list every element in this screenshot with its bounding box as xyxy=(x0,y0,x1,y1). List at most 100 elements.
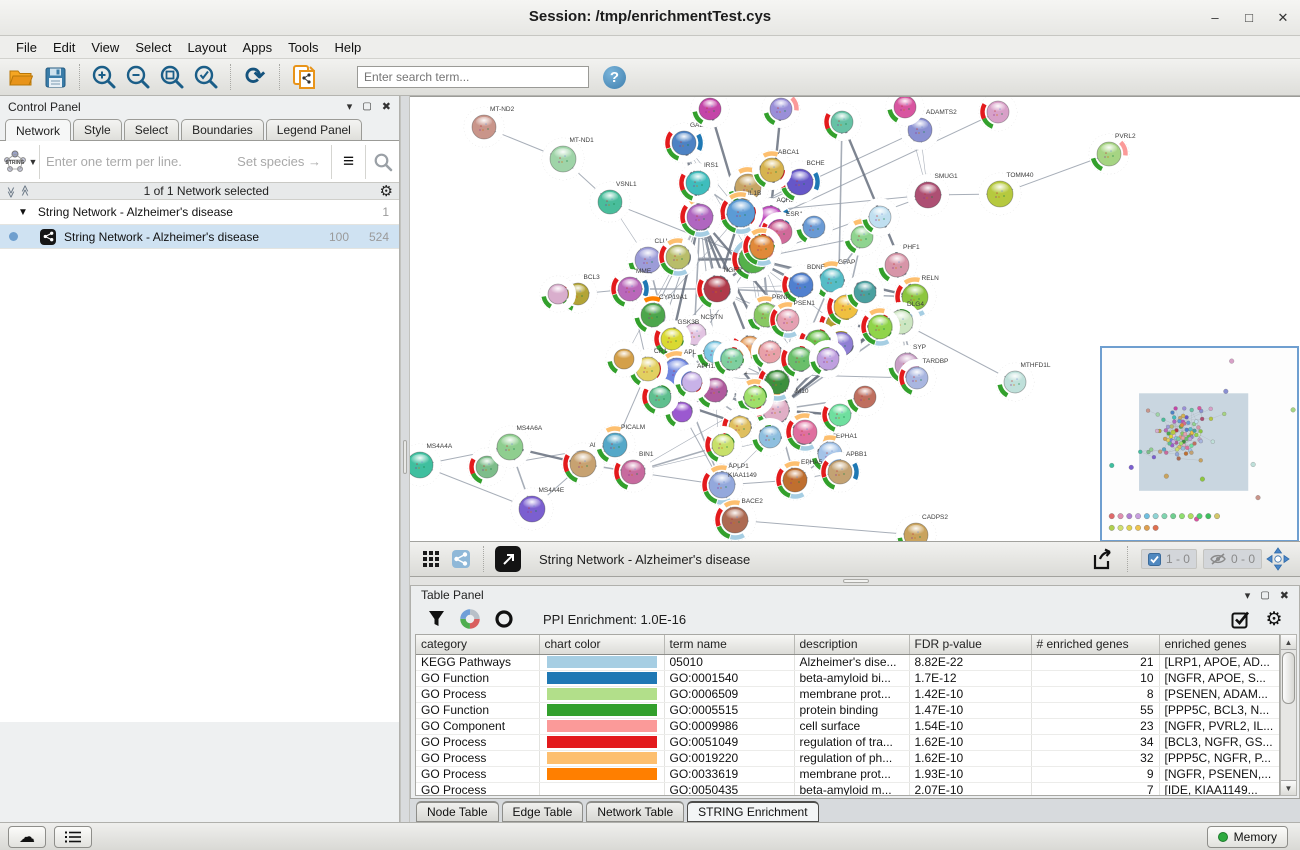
graph-node[interactable] xyxy=(713,340,751,378)
table-row[interactable]: GO FunctionGO:0005515protein binding1.47… xyxy=(416,702,1279,718)
open-session-button[interactable] xyxy=(6,62,36,92)
column-header[interactable]: enriched genes xyxy=(1159,635,1279,654)
graph-node-ms4a4a[interactable]: MS4A4A xyxy=(410,443,453,486)
close-panel-icon[interactable]: ✖ xyxy=(382,100,391,113)
enrichment-table[interactable]: categorychart colorterm namedescriptionF… xyxy=(415,634,1280,796)
memory-button[interactable]: Memory xyxy=(1207,826,1288,848)
tab-network[interactable]: Network xyxy=(5,119,71,141)
maximize-button[interactable]: □ xyxy=(1238,8,1260,28)
minimize-button[interactable]: – xyxy=(1204,8,1226,28)
scroll-down-icon[interactable]: ▼ xyxy=(1281,780,1296,795)
tab-legend-panel[interactable]: Legend Panel xyxy=(266,119,362,140)
table-row[interactable]: KEGG Pathways05010Alzheimer's dise...8.8… xyxy=(416,654,1279,670)
zoom-in-button[interactable] xyxy=(89,62,119,92)
zoom-fit-button[interactable] xyxy=(157,62,187,92)
network-row-selected[interactable]: String Network - Alzheimer's disease 100… xyxy=(0,225,399,249)
menu-select[interactable]: Select xyxy=(127,38,179,57)
column-header[interactable]: description xyxy=(794,635,909,654)
horizontal-splitter-handle[interactable] xyxy=(843,579,869,583)
species-hint[interactable]: Set species → xyxy=(237,154,331,169)
collapse-all-icon[interactable]: ≫ xyxy=(4,186,17,196)
navigator-button[interactable] xyxy=(1264,545,1292,573)
graph-node[interactable] xyxy=(860,307,900,347)
graph-node-pvrl2[interactable]: PVRL2 xyxy=(1089,133,1136,174)
tab-boundaries[interactable]: Boundaries xyxy=(181,119,264,140)
column-header[interactable]: chart color xyxy=(539,635,664,654)
menu-tools[interactable]: Tools xyxy=(280,38,326,57)
menu-edit[interactable]: Edit xyxy=(45,38,83,57)
menu-apps[interactable]: Apps xyxy=(235,38,281,57)
grid-view-button[interactable] xyxy=(418,546,444,572)
graph-node-epha5[interactable]: EPHA5 xyxy=(775,459,823,500)
string-terms-input[interactable] xyxy=(40,154,237,169)
graph-node-tomm40[interactable]: TOMM40 xyxy=(979,172,1034,215)
float-panel-icon[interactable]: ▢ xyxy=(1260,590,1269,601)
graph-node[interactable] xyxy=(762,97,800,128)
collapse-triangle-icon[interactable]: ▼ xyxy=(18,207,28,218)
graph-node[interactable] xyxy=(658,237,698,277)
scroll-up-icon[interactable]: ▲ xyxy=(1281,635,1296,650)
gear-icon[interactable]: ⚙ xyxy=(380,182,393,200)
graph-node[interactable] xyxy=(785,412,825,452)
tab-select[interactable]: Select xyxy=(124,119,179,140)
table-row[interactable]: GO ProcessGO:0033619membrane prot...1.93… xyxy=(416,766,1279,782)
filter-button[interactable] xyxy=(421,604,451,634)
panel-menu-icon[interactable]: ▾ xyxy=(347,100,353,113)
reset-charts-button[interactable] xyxy=(489,604,519,634)
graph-node[interactable] xyxy=(861,198,899,236)
column-header[interactable]: FDR p-value xyxy=(909,635,1031,654)
graph-node-bace2[interactable]: BACE2 xyxy=(714,498,763,541)
menu-layout[interactable]: Layout xyxy=(179,38,234,57)
zoom-out-button[interactable] xyxy=(123,62,153,92)
share-view-button[interactable] xyxy=(448,546,474,572)
vertical-splitter-handle[interactable] xyxy=(403,440,407,474)
tab-style[interactable]: Style xyxy=(73,119,122,140)
close-button[interactable]: ✕ xyxy=(1272,8,1294,28)
graph-node[interactable] xyxy=(606,341,642,377)
panel-menu-icon[interactable]: ▾ xyxy=(1245,589,1251,602)
float-panel-icon[interactable]: ▢ xyxy=(362,101,371,112)
graph-node-mthfd1l[interactable]: MTHFD1L xyxy=(996,362,1051,401)
graph-node[interactable] xyxy=(846,273,884,311)
table-row[interactable]: GO ProcessGO:0050435beta-amyloid m...2.0… xyxy=(416,782,1279,796)
task-history-button[interactable] xyxy=(54,826,92,848)
tab-string-enrichment[interactable]: STRING Enrichment xyxy=(687,801,818,822)
birdseye-view[interactable] xyxy=(1100,346,1299,541)
export-network-button[interactable] xyxy=(1088,544,1118,574)
graph-node[interactable] xyxy=(795,208,833,246)
network-collection-row[interactable]: ▼ String Network - Alzheimer's disease 1 xyxy=(0,200,399,225)
table-row[interactable]: GO ComponentGO:0009986cell surface1.54E-… xyxy=(416,718,1279,734)
tab-network-table[interactable]: Network Table xyxy=(586,801,684,822)
refresh-button[interactable]: ⟳ xyxy=(240,62,270,92)
settings-button[interactable]: ⚙ xyxy=(1259,604,1289,634)
draw-charts-button[interactable] xyxy=(455,604,485,634)
graph-node[interactable] xyxy=(540,276,576,312)
table-row[interactable]: GO ProcessGO:0019220regulation of ph...1… xyxy=(416,750,1279,766)
table-scrollbar[interactable]: ▲ ▼ xyxy=(1280,634,1297,796)
table-row[interactable]: GO ProcessGO:0051049regulation of tra...… xyxy=(416,734,1279,750)
network-canvas[interactable]: MT-ND2MT-ND1VSNL1GAB2ADAMTS2PVRL2TOMM40S… xyxy=(410,96,1300,541)
graph-node-vsnl1[interactable]: VSNL1 xyxy=(590,181,637,222)
graph-node-ms4a4e[interactable]: MS4A4E xyxy=(511,487,565,530)
graph-node[interactable] xyxy=(809,340,847,378)
horizontal-splitter[interactable] xyxy=(410,577,1300,585)
scrollbar-thumb[interactable] xyxy=(1282,652,1295,704)
graph-node-irs1[interactable]: IRS1 xyxy=(678,162,719,203)
table-row[interactable]: GO FunctionGO:0001540beta-amyloid bi...1… xyxy=(416,670,1279,686)
graph-node[interactable] xyxy=(846,378,884,416)
help-button[interactable]: ? xyxy=(603,66,626,89)
string-options-button[interactable]: ≡ xyxy=(331,145,365,179)
network-from-clipboard-button[interactable] xyxy=(289,62,319,92)
graph-node[interactable] xyxy=(979,97,1017,131)
graph-node-gab2[interactable]: GAB2 xyxy=(664,122,708,163)
column-header[interactable]: category xyxy=(416,635,539,654)
graph-node-mt-nd2[interactable]: MT-ND2 xyxy=(464,106,515,147)
table-row[interactable]: GO ProcessGO:0006509membrane prot...1.42… xyxy=(416,686,1279,702)
graph-node-ms4a6a[interactable]: MS4A6A xyxy=(489,425,543,468)
menu-file[interactable]: File xyxy=(8,38,45,57)
graph-node-bin1[interactable]: BIN1 xyxy=(613,451,654,492)
string-protein-query-button[interactable]: STRING ▼ xyxy=(0,145,40,179)
column-header[interactable]: term name xyxy=(664,635,794,654)
save-session-button[interactable] xyxy=(40,62,70,92)
graph-node[interactable] xyxy=(823,103,861,141)
